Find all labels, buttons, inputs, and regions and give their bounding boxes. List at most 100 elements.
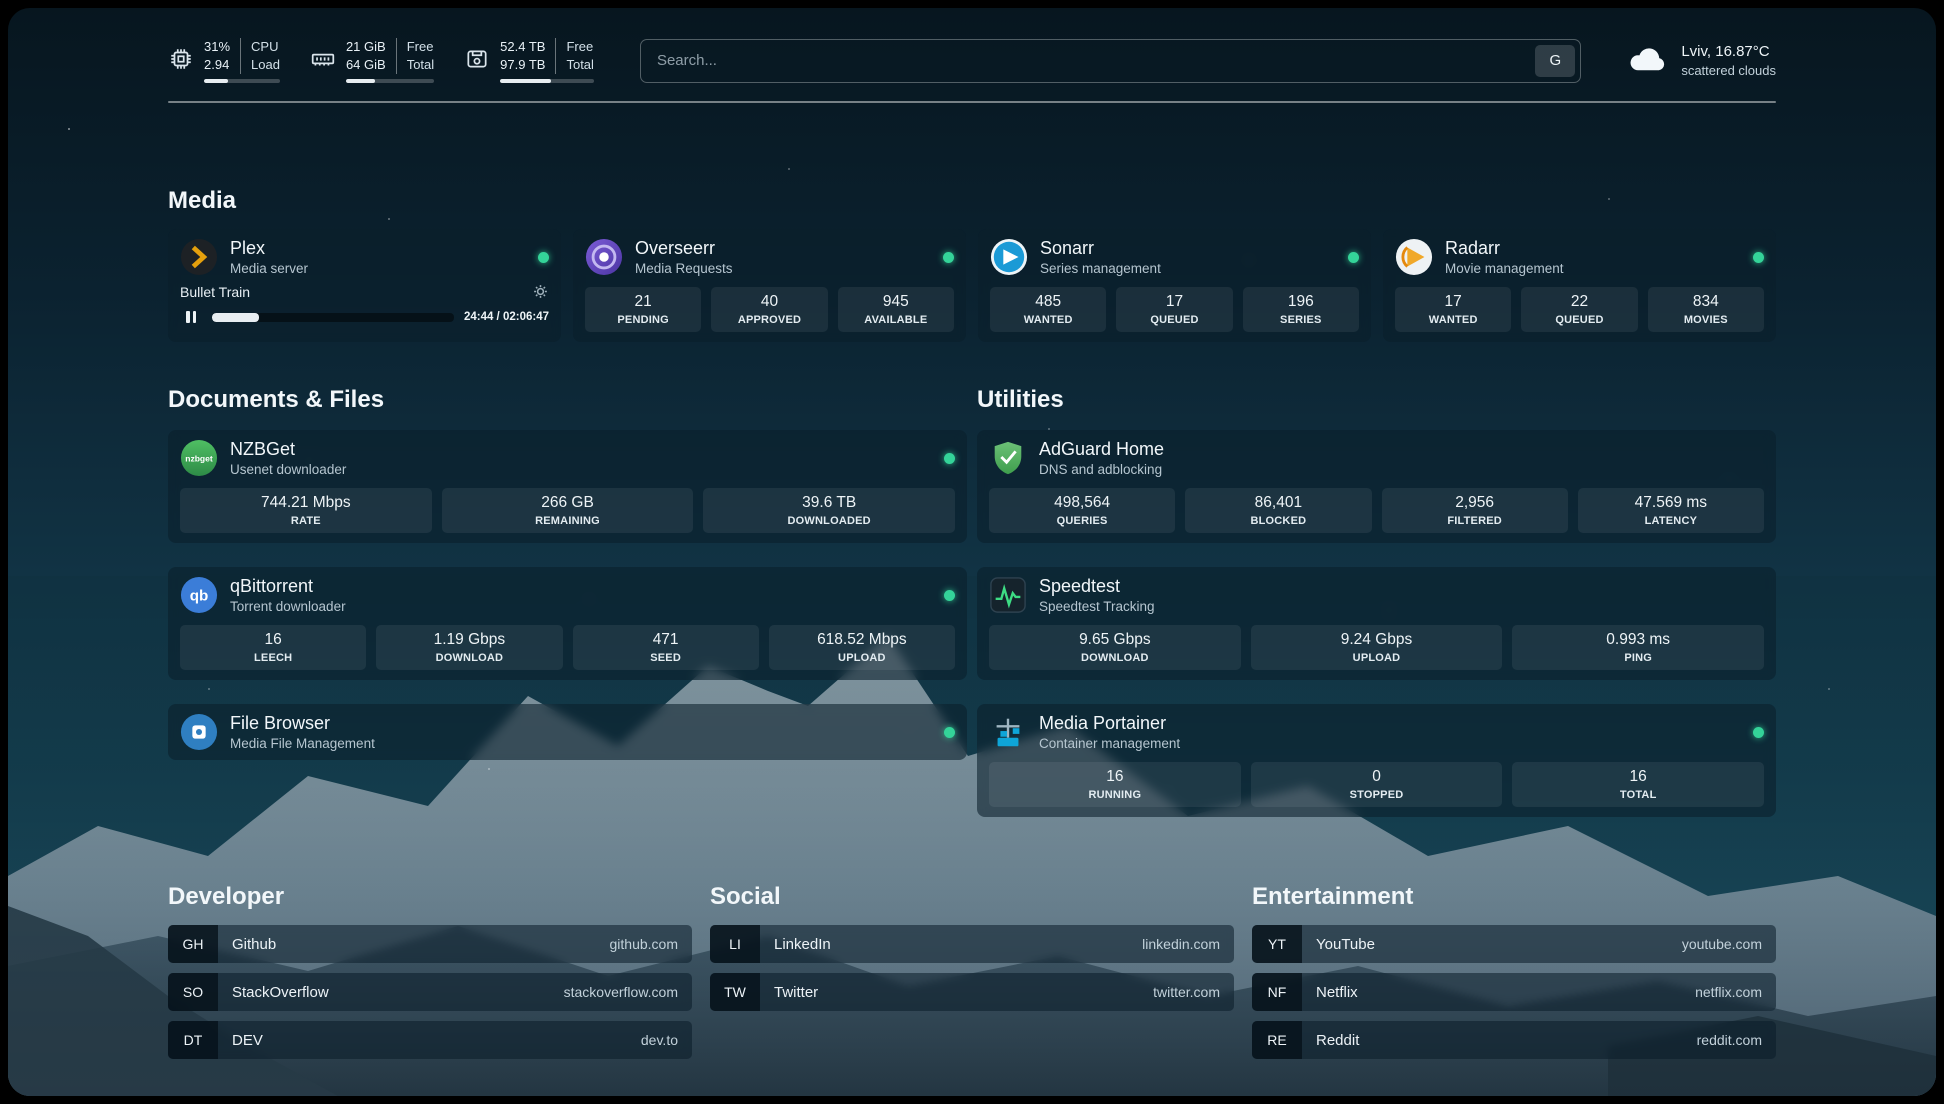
memory-free: 21 GiB [346,38,386,56]
service-name: NZBGet [230,439,346,460]
bookmark-stackoverflow[interactable]: SO StackOverflow stackoverflow.com [168,973,692,1011]
bookmark-name: Twitter [774,984,818,1001]
status-dot [1348,252,1359,263]
disk-progress-bar [500,79,594,83]
bookmark-dev[interactable]: DT DEV dev.to [168,1021,692,1059]
bookmark-github[interactable]: GH Github github.com [168,925,692,963]
status-dot [1753,727,1764,738]
service-card-filebrowser[interactable]: File Browser Media File Management [168,704,967,760]
bookmark-name: DEV [232,1032,263,1049]
cpu-progress-bar [204,79,280,83]
service-name: Plex [230,238,308,259]
cloud-icon [1627,41,1669,80]
stat-box: 1.19 Gbps DOWNLOAD [376,625,562,670]
stat-box: 47.569 ms LATENCY [1578,488,1764,533]
service-card-portainer[interactable]: Media Portainer Container management 16 … [977,704,1776,817]
memory-label-top: Free [407,38,434,56]
plex-icon [180,238,218,276]
stat-box: 471 SEED [573,625,759,670]
bookmark-url: dev.to [641,1032,678,1048]
portainer-icon [989,713,1027,751]
service-card-overseerr[interactable]: Overseerr Media Requests 21 PENDING 40 A… [573,229,966,342]
service-card-plex[interactable]: Plex Media server Bullet Train [168,229,561,342]
stat-box: 16 RUNNING [989,762,1241,807]
stat-box: 945 AVAILABLE [838,287,954,332]
stat-box: 266 GB REMAINING [442,488,694,533]
service-card-nzbget[interactable]: nzbget NZBGet Usenet downloader 744.21 M… [168,430,967,543]
bookmark-url: twitter.com [1153,984,1220,1000]
stat-box: 9.65 Gbps DOWNLOAD [989,625,1241,670]
media-grid: Plex Media server Bullet Train [168,229,1776,342]
stat-box: 2,956 FILTERED [1382,488,1568,533]
service-card-radarr[interactable]: Radarr Movie management 17 WANTED 22 QUE… [1383,229,1776,342]
section-title-utilities: Utilities [977,386,1776,414]
bookmark-group-developer: Developer GH Github github.com SO StackO… [168,883,692,1069]
svg-text:nzbget: nzbget [185,454,213,464]
gear-icon[interactable] [532,283,549,300]
top-bar: 31% 2.94 CPU Load [168,38,1776,83]
cpu-load-value: 2.94 [204,56,230,74]
sonarr-icon [990,238,1028,276]
stat-box: 86,401 BLOCKED [1185,488,1371,533]
section-title-entertainment: Entertainment [1252,883,1776,911]
cpu-icon [168,46,194,77]
radarr-icon [1395,238,1433,276]
bookmark-twitter[interactable]: TW Twitter twitter.com [710,973,1234,1011]
header-divider [168,101,1776,103]
search-provider-button[interactable]: G [1535,45,1575,77]
bookmarks: Developer GH Github github.com SO StackO… [168,883,1776,1069]
status-dot [538,252,549,263]
bookmark-name: Reddit [1316,1032,1359,1049]
service-card-sonarr[interactable]: Sonarr Series management 485 WANTED 17 Q… [978,229,1371,342]
cpu-percent: 31% [204,38,230,56]
bookmark-group-entertainment: Entertainment YT YouTube youtube.com NF … [1252,883,1776,1069]
section-title-social: Social [710,883,1234,911]
bookmark-url: linkedin.com [1142,936,1220,952]
service-subtitle: Media Requests [635,261,733,276]
disk-label-bottom: Total [566,56,593,74]
stat-box: 196 SERIES [1243,287,1359,332]
cpu-widget: 31% 2.94 CPU Load [168,38,280,83]
bookmark-youtube[interactable]: YT YouTube youtube.com [1252,925,1776,963]
bookmark-netflix[interactable]: NF Netflix netflix.com [1252,973,1776,1011]
status-dot [943,252,954,263]
stat-box: 834 MOVIES [1648,287,1764,332]
service-subtitle: Movie management [1445,261,1564,276]
service-card-qbittorrent[interactable]: qb qBittorrent Torrent downloader 16 LEE… [168,567,967,680]
service-card-adguard[interactable]: AdGuard Home DNS and adblocking 498,564 … [977,430,1776,543]
section-title-media: Media [168,187,1776,215]
bookmark-name: Netflix [1316,984,1358,1001]
stat-box: 17 QUEUED [1116,287,1232,332]
section-title-documents: Documents & Files [168,386,967,414]
bookmark-name: StackOverflow [232,984,329,1001]
search-input[interactable] [655,51,1535,70]
stat-box: 22 QUEUED [1521,287,1637,332]
weather-location: Lviv, 16.87°C [1681,43,1776,60]
qbittorrent-icon: qb [180,576,218,614]
bookmark-abbr: DT [168,1021,218,1059]
memory-total: 64 GiB [346,56,386,74]
bookmark-linkedin[interactable]: LI LinkedIn linkedin.com [710,925,1234,963]
section-title-developer: Developer [168,883,692,911]
nzbget-icon: nzbget [180,439,218,477]
stat-box: 618.52 Mbps UPLOAD [769,625,955,670]
service-name: Radarr [1445,238,1564,259]
service-card-speedtest[interactable]: Speedtest Speedtest Tracking 9.65 Gbps D… [977,567,1776,680]
stat-box: 40 APPROVED [711,287,827,332]
stat-box: 0.993 ms PING [1512,625,1764,670]
service-name: File Browser [230,713,375,734]
status-dot [944,590,955,601]
memory-icon [310,46,336,77]
pause-button[interactable] [180,309,202,325]
adguard-icon [989,439,1027,477]
bookmark-abbr: RE [1252,1021,1302,1059]
bookmark-name: LinkedIn [774,936,831,953]
service-subtitle: Usenet downloader [230,462,346,477]
cpu-label-top: CPU [251,38,280,56]
service-subtitle: Speedtest Tracking [1039,599,1155,614]
stat-box: 744.21 Mbps RATE [180,488,432,533]
playback-time: 24:44 / 02:06:47 [464,311,549,323]
playback-progress-bar[interactable] [212,313,454,322]
bookmark-reddit[interactable]: RE Reddit reddit.com [1252,1021,1776,1059]
bookmark-url: github.com [610,936,678,952]
